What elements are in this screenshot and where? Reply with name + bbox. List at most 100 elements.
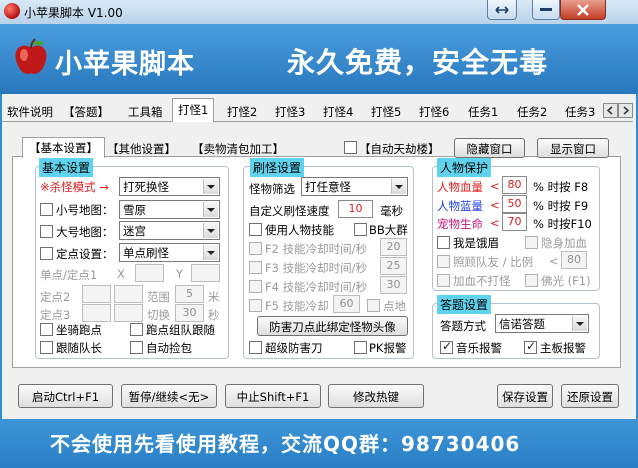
point2-label: 定点2 [40, 290, 71, 304]
tab-task-1[interactable]: 任务1 [468, 101, 498, 121]
f2-input[interactable]: 20 [380, 238, 407, 256]
small-map-select[interactable]: 雪原 [119, 200, 220, 219]
tab-software-guide[interactable]: 软件说明 [7, 101, 53, 121]
point-ground-checkbox[interactable] [367, 299, 380, 312]
point2-x-input[interactable] [82, 285, 111, 303]
answer-title: 答题设置 [437, 295, 492, 314]
restore-button[interactable] [487, 0, 517, 20]
hungry-checkbox[interactable] [437, 236, 450, 249]
fixed-point-select[interactable]: 单点刷怪 [119, 243, 220, 262]
y-label: Y [176, 267, 184, 281]
close-button[interactable] [560, 0, 606, 20]
hide-window-button[interactable]: 隐藏窗口 [454, 138, 525, 158]
range-input[interactable]: 5 [175, 285, 204, 303]
pet-input[interactable]: 70 [502, 213, 527, 231]
hungry-label: 我是饿眉 [453, 236, 499, 250]
small-map-value: 雪原 [123, 203, 146, 217]
farm-speed-input[interactable]: 10 [338, 200, 373, 218]
add-blood-no-fight-label: 加血不打怪 [453, 274, 511, 288]
mp-key-label: % 时按 F9 [533, 199, 589, 213]
follow-group-checkbox[interactable] [130, 323, 143, 336]
f2-checkbox[interactable] [249, 242, 262, 255]
show-window-button[interactable]: 显示窗口 [537, 138, 609, 158]
tab-scroll-right-button[interactable] [618, 103, 633, 118]
pet-lt: < [490, 216, 500, 230]
tab-scroll-left-button[interactable] [603, 103, 618, 118]
care-team-label: 照顾队友 / 比例 [453, 255, 534, 269]
chevron-down-icon [203, 245, 218, 260]
bind-monster-button[interactable]: 防害刀点此绑定怪物头像 [257, 316, 408, 336]
fixed-point-checkbox[interactable] [40, 247, 53, 260]
music-alarm-checkbox[interactable] [440, 339, 453, 354]
mount-run-checkbox[interactable] [40, 323, 53, 336]
main-alarm-label: 主板报警 [540, 341, 586, 355]
f4-input[interactable]: 30 [380, 276, 407, 294]
kill-mode-select[interactable]: 打死换怪 [119, 177, 220, 196]
fixed-point-label: 定点设置： [56, 247, 114, 261]
modify-hotkey-button[interactable]: 修改热键 [328, 384, 424, 408]
tab-fight-5[interactable]: 打怪5 [371, 101, 401, 121]
bb-group-checkbox[interactable] [354, 223, 367, 236]
tab-fight-2[interactable]: 打怪2 [227, 101, 257, 121]
tab-answer[interactable]: 【答题】 [63, 101, 109, 121]
big-map-checkbox[interactable] [40, 225, 53, 238]
pause-button[interactable]: 暂停/继续<无> [121, 384, 217, 408]
pk-alarm-checkbox[interactable] [354, 341, 367, 354]
answer-mode-select[interactable]: 信诺答题 [495, 314, 589, 333]
small-map-label: 小号地图： [56, 203, 114, 217]
minimize-button[interactable] [532, 0, 560, 20]
save-settings-button[interactable]: 保存设置 [497, 384, 553, 408]
auto-pickup-checkbox[interactable] [130, 341, 143, 354]
f3-checkbox[interactable] [249, 261, 262, 274]
kill-mode-value: 打死换怪 [123, 180, 169, 194]
care-team-checkbox[interactable] [437, 255, 450, 268]
restore-settings-button[interactable]: 还原设置 [561, 384, 619, 408]
big-map-value: 迷宫 [123, 224, 146, 238]
basic-settings-title: 基本设置 [39, 158, 94, 177]
f5-input[interactable]: 60 [333, 295, 360, 313]
tab-task-3[interactable]: 任务3 [565, 101, 595, 121]
tab-fight-6[interactable]: 打怪6 [419, 101, 449, 121]
point3-x-input[interactable] [82, 304, 111, 322]
mp-input[interactable]: 50 [502, 195, 527, 213]
point1-x-input[interactable] [135, 264, 164, 282]
monster-filter-label: 怪物筛选 [249, 182, 295, 196]
chevron-down-icon [572, 316, 587, 331]
f4-checkbox[interactable] [249, 280, 262, 293]
kill-mode-label: ※杀怪模式 → [40, 180, 109, 194]
mp-label: 人物蓝量 [437, 199, 483, 213]
add-blood-no-fight-checkbox[interactable] [437, 274, 450, 287]
f2-label: F2 技能冷却时间/秒 [265, 242, 367, 256]
f5-checkbox[interactable] [249, 299, 262, 312]
monster-filter-select[interactable]: 打任意怪 [301, 177, 408, 196]
main-alarm-checkbox[interactable] [524, 339, 537, 354]
small-map-checkbox[interactable] [40, 203, 53, 216]
stop-button[interactable]: 中止Shift+F1 [225, 384, 321, 408]
tab-fight-1[interactable]: 打怪1 [172, 98, 215, 122]
use-skills-checkbox[interactable] [249, 223, 262, 236]
start-button[interactable]: 启动Ctrl+F1 [18, 384, 113, 408]
auto-robbery-checkbox[interactable] [344, 141, 357, 154]
hp-input[interactable]: 80 [502, 176, 527, 194]
subtab-sell-clear[interactable]: 【卖物清包加工】 [192, 140, 284, 157]
point3-y-input[interactable] [114, 304, 143, 322]
tab-fight-3[interactable]: 打怪3 [275, 101, 305, 121]
stealth-blood-checkbox[interactable] [525, 236, 538, 249]
care-ratio-input[interactable]: 80 [561, 251, 587, 269]
super-defense-checkbox[interactable] [249, 341, 262, 354]
f3-input[interactable]: 25 [380, 257, 407, 275]
buddha-checkbox[interactable] [525, 274, 538, 287]
point1-y-input[interactable] [191, 264, 220, 282]
subtab-other[interactable]: 【其他设置】 [107, 140, 176, 157]
switch-input[interactable]: 30 [175, 304, 204, 322]
subtab-basic[interactable]: 【基本设置】 [22, 137, 105, 158]
follow-leader-checkbox[interactable] [40, 341, 53, 354]
big-map-select[interactable]: 迷宫 [119, 221, 220, 240]
tab-fight-4[interactable]: 打怪4 [323, 101, 353, 121]
tab-task-2[interactable]: 任务2 [517, 101, 547, 121]
care-lt: < [549, 254, 559, 268]
use-skills-label: 使用人物技能 [265, 223, 334, 237]
point2-y-input[interactable] [114, 285, 143, 303]
answer-mode-label: 答题方式 [440, 319, 486, 333]
tab-toolbox[interactable]: 工具箱 [128, 101, 163, 121]
